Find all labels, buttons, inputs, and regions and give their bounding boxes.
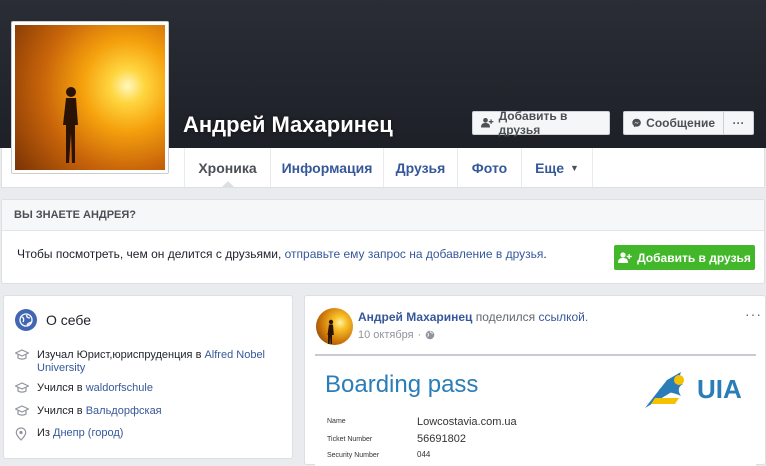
post-author-link[interactable]: Андрей Махаринец xyxy=(358,310,472,324)
more-dots-icon: ··· xyxy=(732,116,745,130)
boarding-pass-preview[interactable]: Boarding pass UIA Name Lowcostavia.com.u… xyxy=(315,354,756,466)
post-options-button[interactable]: ··· xyxy=(745,306,762,322)
message-button[interactable]: Сообщение xyxy=(623,111,724,135)
post-link-link[interactable]: ссылкой xyxy=(538,310,584,324)
intro-item-prefix: Из xyxy=(37,427,54,439)
tab-about-label: Информация xyxy=(281,159,373,176)
profile-name[interactable]: Андрей Махаринец xyxy=(183,112,393,138)
date-separator: · xyxy=(417,329,422,341)
add-friend-green-label: Добавить в друзья xyxy=(637,250,751,265)
tab-timeline[interactable]: Хроника xyxy=(184,148,270,187)
person-silhouette-icon xyxy=(327,319,334,344)
add-friend-icon xyxy=(481,117,494,128)
intro-item-education: Изучал Юрист,юриспруденция в Alfred Nobe… xyxy=(14,349,265,375)
intro-card: О себе Изучал Юрист,юриспруденция в Alfr… xyxy=(3,295,293,459)
hometown-link[interactable]: Днепр (город) xyxy=(53,427,123,439)
bp-label-name: Name xyxy=(327,418,346,425)
add-friend-button[interactable]: Добавить в друзья xyxy=(472,109,610,137)
message-label: Сообщение xyxy=(646,116,715,130)
public-globe-icon[interactable] xyxy=(425,330,435,340)
tab-more[interactable]: Еще ▼ xyxy=(521,148,593,187)
person-silhouette-icon xyxy=(63,87,78,163)
post-action-end: . xyxy=(584,310,589,324)
do-you-know-text: Чтобы посмотреть, чем он делится с друзь… xyxy=(17,247,547,261)
more-options-button[interactable]: ··· xyxy=(723,111,754,135)
messenger-icon xyxy=(632,118,641,128)
location-pin-icon xyxy=(15,427,29,445)
add-friend-green-button[interactable]: Добавить в друзья xyxy=(614,245,755,270)
profile-picture[interactable] xyxy=(11,21,169,174)
do-you-know-heading: ВЫ ЗНАЕТЕ АНДРЕЯ? xyxy=(2,200,764,231)
post-action-text: поделился xyxy=(472,310,539,324)
tab-friends[interactable]: Друзья xyxy=(383,148,457,187)
graduation-cap-icon xyxy=(14,349,30,375)
school-link-waldorfschule[interactable]: waldorfschule xyxy=(86,382,153,394)
author-avatar[interactable] xyxy=(316,308,353,345)
intro-item-school-1: Учился в waldorfschule xyxy=(14,382,153,398)
bp-label-security: Security Number xyxy=(327,452,380,459)
uia-logo-text: UIA xyxy=(697,374,742,404)
bp-value-name: Lowcostavia.com.ua xyxy=(417,416,517,428)
intro-item-hometown: Из Днепр (город) xyxy=(15,427,123,445)
intro-title: О себе xyxy=(15,309,91,331)
intro-item-prefix: Учился в xyxy=(37,405,86,417)
bp-value-security: 044 xyxy=(417,450,431,459)
graduation-cap-icon xyxy=(14,382,30,398)
globe-icon xyxy=(15,309,37,331)
bp-label-ticket: Ticket Number xyxy=(327,436,373,443)
intro-item-prefix: Учился в xyxy=(37,382,86,394)
boarding-pass-title: Boarding pass xyxy=(325,371,479,398)
post-card: Андрей Махаринец поделился ссылкой. 10 о… xyxy=(304,295,766,466)
tab-friends-label: Друзья xyxy=(395,159,446,176)
caret-down-icon: ▼ xyxy=(570,162,579,173)
bp-value-ticket: 56691802 xyxy=(417,433,466,445)
do-you-know-suffix: . xyxy=(543,247,547,261)
school-link-waldorf[interactable]: Вальдорфская xyxy=(86,405,162,417)
add-friend-icon xyxy=(618,251,632,263)
send-request-link[interactable]: отправьте ему запрос на добавление в дру… xyxy=(285,247,544,261)
do-you-know-box: ВЫ ЗНАЕТЕ АНДРЕЯ? Чтобы посмотреть, чем … xyxy=(1,199,765,284)
tab-timeline-label: Хроника xyxy=(198,159,257,176)
tab-photos-label: Фото xyxy=(471,159,508,176)
intro-title-text: О себе xyxy=(46,312,92,328)
uia-logo: UIA xyxy=(645,372,742,408)
tab-about[interactable]: Информация xyxy=(270,148,383,187)
post-header: Андрей Махаринец поделился ссылкой. xyxy=(358,310,588,324)
intro-item-school-2: Учился в Вальдорфская xyxy=(14,405,162,421)
post-meta: 10 октября · xyxy=(358,329,435,341)
add-friend-label: Добавить в друзья xyxy=(498,109,568,137)
tab-more-label: Еще xyxy=(535,159,564,176)
post-date[interactable]: 10 октября xyxy=(358,329,414,341)
intro-item-prefix: Изучал Юрист,юриспруденция в xyxy=(37,349,205,361)
tab-photos[interactable]: Фото xyxy=(457,148,521,187)
do-you-know-prefix: Чтобы посмотреть, чем он делится с друзь… xyxy=(17,247,285,261)
graduation-cap-icon xyxy=(14,405,30,421)
